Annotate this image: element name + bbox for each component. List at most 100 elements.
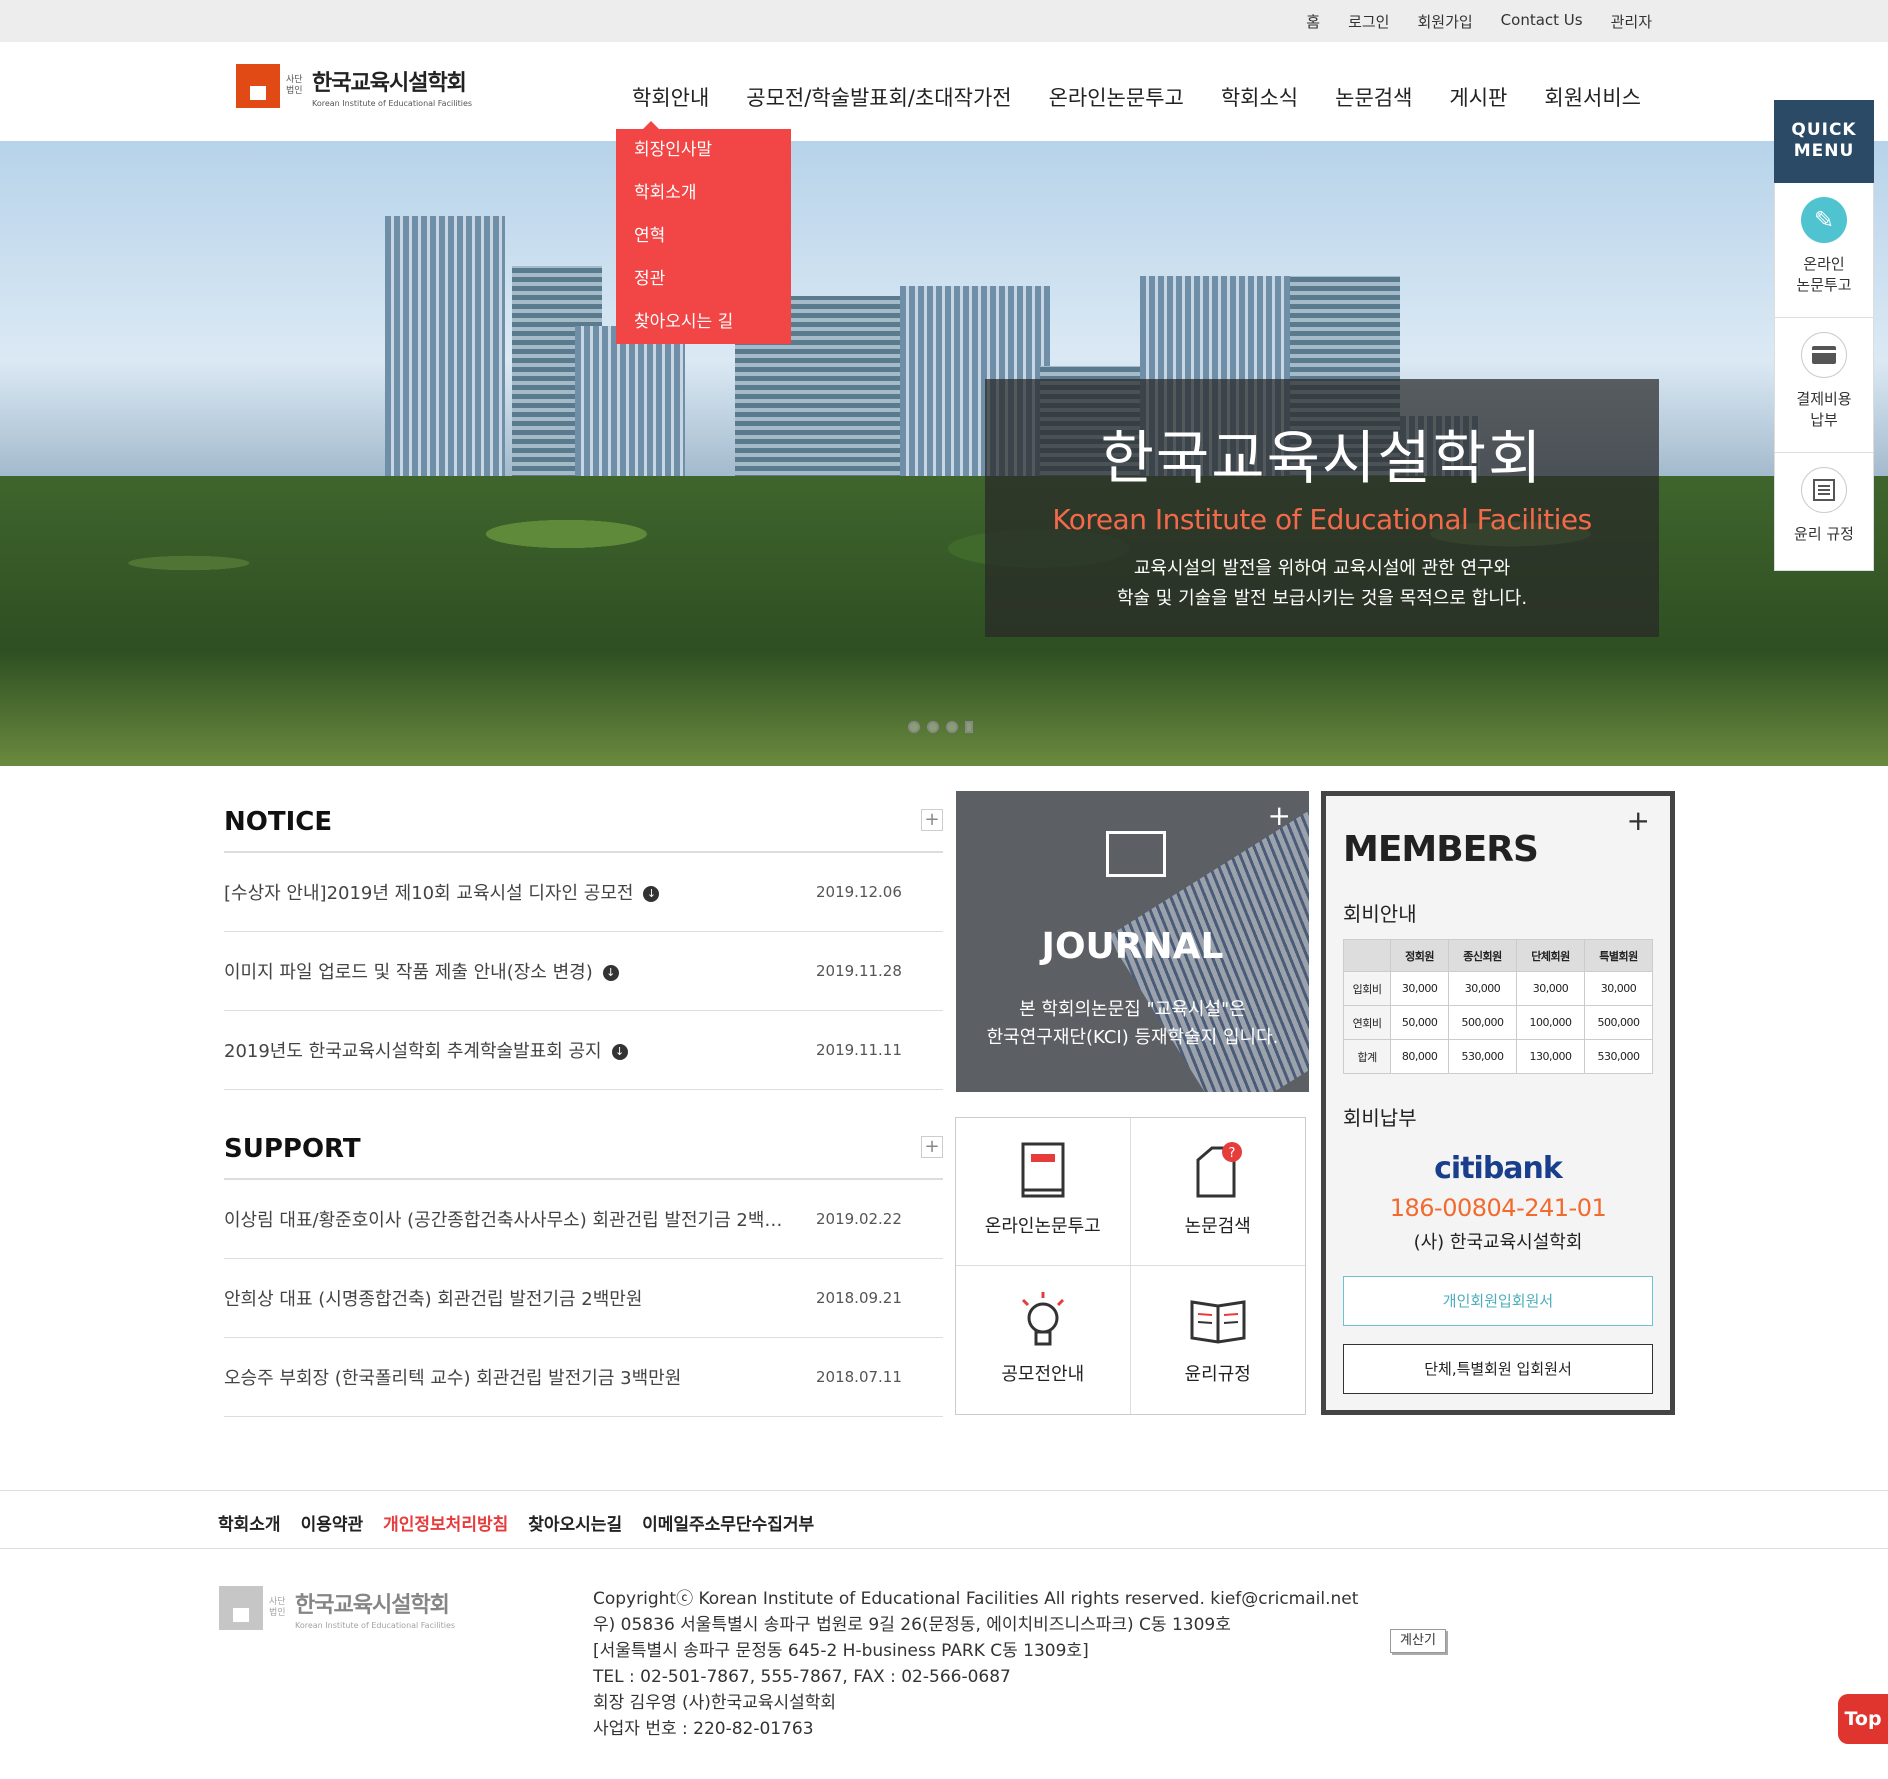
footer-link-email-refusal[interactable]: 이메일주소무단수집거부: [642, 1510, 814, 1535]
fee-info-title: 회비안내: [1343, 902, 1417, 926]
nav-about[interactable]: 학회안내: [632, 82, 709, 112]
dropdown-item-directions[interactable]: 찾아오시는 길: [616, 309, 791, 352]
notice-more-button[interactable]: +: [921, 809, 943, 831]
hero-building: [385, 216, 505, 516]
utility-bar: 홈 로그인 회원가입 Contact Us 관리자: [0, 0, 1888, 42]
dropdown-item-bylaws[interactable]: 정관: [616, 266, 791, 309]
account-number: 186-00804-241-01: [1389, 1194, 1607, 1222]
calculator-button[interactable]: 계산기: [1390, 1629, 1446, 1653]
hero-subtitle: Korean Institute of Educational Faciliti…: [1052, 503, 1592, 536]
footer-phone: TEL : 02-501-7867, 555-7867, FAX : 02-56…: [593, 1667, 1011, 1687]
home-link[interactable]: 홈: [1306, 11, 1320, 32]
document-question-icon: ?: [1188, 1140, 1248, 1202]
support-row[interactable]: 이상림 대표/황준호이사 (공간종합건축사사무소) 회관건립 발전기금 2백… …: [224, 1180, 943, 1259]
signup-link[interactable]: 회원가입: [1417, 11, 1472, 32]
book-icon: [1013, 1140, 1073, 1202]
hero-desc-line: 교육시설의 발전을 위하여 교육시설에 관한 연구와: [1133, 558, 1511, 579]
citibank-logo: citibank: [1434, 1151, 1563, 1186]
slider-dot[interactable]: [927, 721, 939, 733]
logo-title: 한국교육시설학회: [312, 70, 467, 96]
footer-link-terms[interactable]: 이용약관: [301, 1510, 364, 1535]
notice-board: NOTICE + [수상자 안내]2019년 제10회 교육시설 디자인 공모전…: [224, 791, 943, 1090]
lightbulb-icon: [1013, 1288, 1073, 1350]
header: 사단 법인 한국교육시설학회 Korean Institute of Educa…: [0, 42, 1888, 142]
slider-dots: [908, 721, 973, 733]
support-row[interactable]: 안희상 대표 (시명종합건축) 회관건립 발전기금 2백만원 2018.09.2…: [224, 1259, 943, 1338]
footer-address-old: [서울특별시 송파구 문정동 645-2 H-business PARK C동 …: [593, 1641, 1089, 1661]
dropdown-item-greeting[interactable]: 회장인사말: [616, 137, 791, 180]
main-nav: 학회안내 공모전/학술발표회/초대작가전 온라인논문투고 학회소식 논문검색 게…: [632, 82, 1678, 112]
footer-link-directions[interactable]: 찾아오시는길: [528, 1510, 622, 1535]
site-logo[interactable]: 사단 법인 한국교육시설학회 Korean Institute of Educa…: [236, 64, 472, 108]
utility-links: 홈 로그인 회원가입 Contact Us 관리자: [1306, 11, 1652, 32]
grid-item-contest[interactable]: 공모전안내: [956, 1266, 1131, 1414]
slider-dot[interactable]: [908, 721, 920, 733]
logo-mark: [219, 1586, 263, 1630]
members-more-icon[interactable]: +: [1627, 804, 1650, 837]
logo-small-text: 사단 법인: [286, 75, 303, 96]
individual-application-button[interactable]: 개인회원입회원서: [1343, 1276, 1653, 1326]
notice-row[interactable]: 이미지 파일 업로드 및 작품 제출 안내(장소 변경) ↓ 2019.11.28: [224, 932, 943, 1011]
quick-menu: QUICK MENU ✎ 온라인 논문투고 결제비용 납부 윤리 규정: [1774, 100, 1874, 571]
notice-row[interactable]: 2019년도 한국교육시설학회 추계학술발표회 공지 ↓ 2019.11.11: [224, 1011, 943, 1090]
notice-title: NOTICE: [224, 791, 943, 853]
group-application-button[interactable]: 단체,특별회원 입회원서: [1343, 1344, 1653, 1394]
slider-dot[interactable]: [946, 721, 958, 733]
members-title: MEMBERS: [1343, 829, 1539, 870]
fee-table: 정회원 종신회원 단체회원 특별회원 입회비 30,000 30,000 30,…: [1342, 939, 1654, 1074]
quick-link-grid: 온라인논문투고 ? 논문검색 공모전안내 윤리규정: [955, 1117, 1306, 1415]
journal-desc-line: 본 학회의논문집 "교육시설"은: [1019, 999, 1246, 1020]
dropdown-item-history[interactable]: 연혁: [616, 223, 791, 266]
hero-caption: 한국교육시설학회 Korean Institute of Educational…: [985, 379, 1659, 637]
journal-card[interactable]: + JOURNAL 본 학회의논문집 "교육시설"은 한국연구재단(KCI) 등…: [956, 791, 1309, 1092]
nav-submission[interactable]: 온라인논문투고: [1049, 82, 1184, 112]
quick-item-submission[interactable]: ✎ 온라인 논문투고: [1774, 183, 1874, 318]
footer-link-privacy[interactable]: 개인정보처리방침: [383, 1510, 508, 1535]
svg-text:?: ?: [1228, 1146, 1235, 1161]
fee-table-row: 연회비 50,000 500,000 100,000 500,000: [1342, 1005, 1654, 1040]
journal-title: JOURNAL: [1041, 926, 1224, 967]
footer-business-number: 사업자 번호 : 220-82-01763: [593, 1719, 814, 1739]
download-icon: ↓: [602, 965, 619, 981]
notice-row[interactable]: [수상자 안내]2019년 제10회 교육시설 디자인 공모전 ↓ 2019.12…: [224, 853, 943, 932]
quick-menu-title: QUICK MENU: [1774, 100, 1874, 183]
support-more-button[interactable]: +: [921, 1136, 943, 1158]
footer-link-about[interactable]: 학회소개: [218, 1510, 281, 1535]
support-board: SUPPORT + 이상림 대표/황준호이사 (공간종합건축사사무소) 회관건립…: [224, 1118, 943, 1417]
dropdown-item-intro[interactable]: 학회소개: [616, 180, 791, 223]
nav-board[interactable]: 게시판: [1449, 82, 1507, 112]
scroll-top-button[interactable]: Top: [1838, 1694, 1888, 1744]
open-book-icon: [1188, 1288, 1248, 1350]
about-dropdown: 회장인사말 학회소개 연혁 정관 찾아오시는 길: [616, 121, 791, 344]
footer-logo: 사단 법인 한국교육시설학회 Korean Institute of Educa…: [219, 1586, 455, 1630]
quick-item-payment[interactable]: 결제비용 납부: [1774, 318, 1874, 453]
quick-item-ethics[interactable]: 윤리 규정: [1774, 453, 1874, 571]
journal-more-icon[interactable]: +: [1268, 799, 1291, 832]
hero-desc-line: 학술 및 기술을 발전 보급시키는 것을 목적으로 합니다.: [1116, 588, 1528, 609]
slider-pause[interactable]: [965, 721, 973, 733]
list-icon: [1801, 467, 1847, 513]
nav-member-service[interactable]: 회원서비스: [1544, 82, 1641, 112]
pencil-icon: ✎: [1801, 197, 1847, 243]
presentation-icon: [1106, 831, 1166, 877]
grid-item-search[interactable]: ? 논문검색: [1130, 1118, 1305, 1266]
footer-copyright: Copyrightⓒ Korean Institute of Education…: [593, 1589, 1359, 1609]
grid-item-ethics[interactable]: 윤리규정: [1131, 1266, 1306, 1414]
download-icon: ↓: [611, 1044, 628, 1060]
account-holder: (사) 한국교육시설학회: [1413, 1232, 1583, 1253]
fee-table-row: 합계 80,000 530,000 130,000 530,000: [1342, 1039, 1654, 1074]
card-icon: [1801, 332, 1847, 378]
support-row[interactable]: 오승주 부회장 (한국폴리텍 교수) 회관건립 발전기금 3백만원 2018.0…: [224, 1338, 943, 1417]
hero-title: 한국교육시설학회: [1100, 424, 1544, 492]
admin-link[interactable]: 관리자: [1611, 11, 1652, 32]
grid-item-submission[interactable]: 온라인논문투고: [956, 1118, 1131, 1266]
nav-news[interactable]: 학회소식: [1221, 82, 1298, 112]
hero-banner: 한국교육시설학회 Korean Institute of Educational…: [0, 141, 1888, 766]
footer-president: 회장 김우영 (사)한국교육시설학회: [593, 1693, 837, 1713]
contact-link[interactable]: Contact Us: [1501, 11, 1583, 32]
footer-address: 우) 05836 서울특별시 송파구 법원로 9길 26(문정동, 에이치비즈니…: [593, 1615, 1231, 1635]
journal-desc-line: 한국연구재단(KCI) 등재학술지 입니다.: [986, 1027, 1279, 1048]
nav-search[interactable]: 논문검색: [1335, 82, 1412, 112]
login-link[interactable]: 로그인: [1348, 11, 1389, 32]
nav-contest[interactable]: 공모전/학술발표회/초대작가전: [746, 82, 1011, 112]
